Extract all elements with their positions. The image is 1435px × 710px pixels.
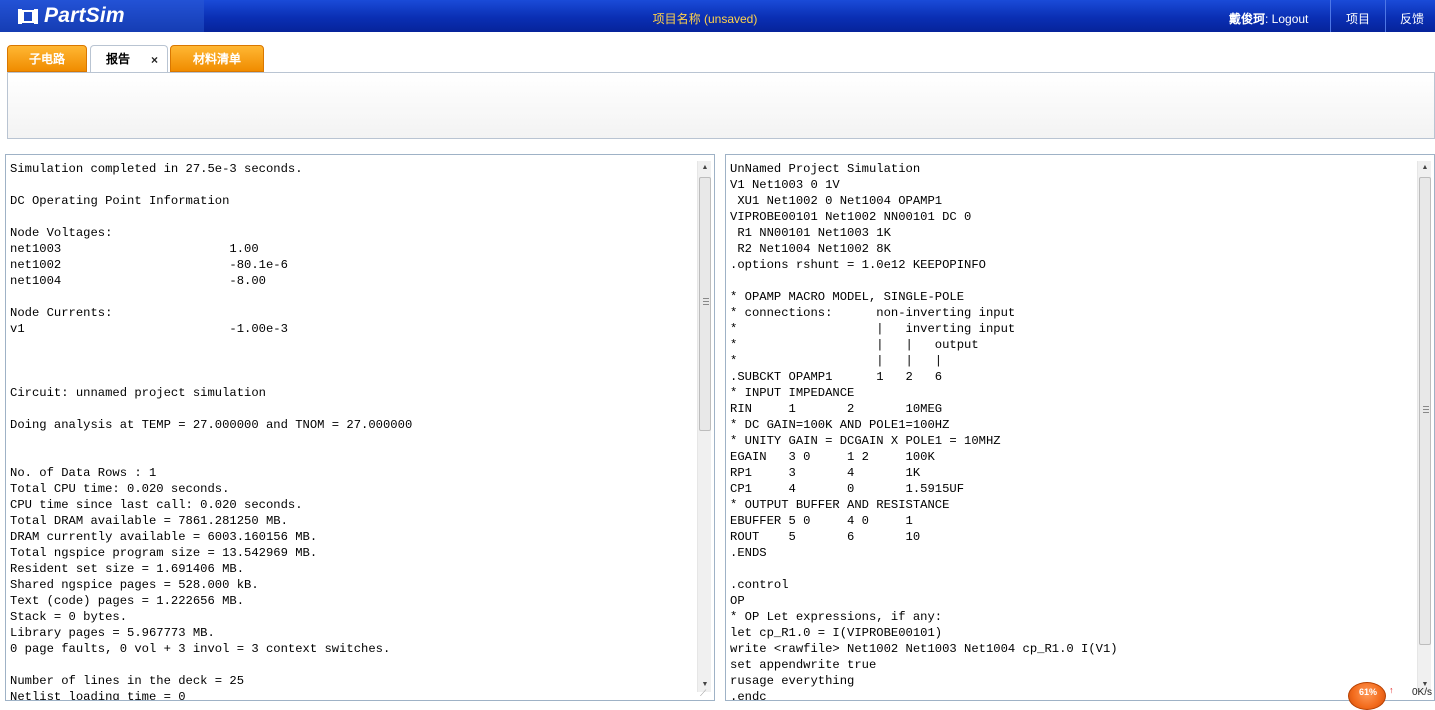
project-title[interactable]: 项目名称 (unsaved)	[0, 10, 1410, 27]
tab-content-panel	[7, 72, 1435, 139]
user-name: 戴俊珂	[1229, 12, 1266, 26]
tab-report[interactable]: 报告 ×	[90, 45, 168, 73]
user-logout-link[interactable]: 戴俊珂: Logout	[1229, 10, 1308, 27]
grip-icon	[703, 298, 709, 305]
speed-percent: 61%	[1358, 687, 1377, 697]
scroll-up-icon[interactable]: ▲	[1418, 161, 1432, 175]
network-speed-widget[interactable]: 61% ↑ 0K/s	[1346, 680, 1435, 710]
netlist-pane[interactable]: UnNamed Project Simulation V1 Net1003 0 …	[725, 154, 1435, 701]
simulation-output-pane[interactable]: Simulation completed in 27.5e-3 seconds.…	[5, 154, 715, 701]
simulation-output-text: Simulation completed in 27.5e-3 seconds.…	[10, 162, 413, 701]
scroll-up-icon[interactable]: ▲	[698, 161, 712, 175]
nav-feedback[interactable]: 反馈	[1400, 10, 1424, 27]
tab-bill-of-materials[interactable]: 材料清单	[170, 45, 264, 72]
upload-arrow-icon: ↑	[1389, 685, 1394, 695]
speed-rate: 0K/s	[1412, 687, 1433, 698]
vertical-scrollbar[interactable]: ▲ ▼	[697, 161, 711, 692]
nav-separator	[1330, 0, 1331, 32]
grip-icon	[1423, 406, 1429, 413]
tab-label: 子电路	[28, 52, 65, 66]
top-bar: PartSim 项目名称 (unsaved) 戴俊珂: Logout 项目 反馈	[0, 0, 1435, 32]
scrollbar-thumb[interactable]	[699, 177, 711, 431]
scrollbar-thumb[interactable]	[1419, 177, 1431, 645]
nav-separator	[1385, 0, 1386, 32]
speed-gauge: 61%	[1348, 682, 1386, 710]
resize-grip-icon[interactable]: ⟋	[700, 688, 710, 698]
vertical-scrollbar[interactable]: ▲ ▼	[1417, 161, 1431, 692]
tab-label: 材料清单	[192, 52, 241, 66]
logout-link[interactable]: : Logout	[1265, 12, 1308, 26]
divider	[0, 139, 1435, 155]
close-tab-icon[interactable]: ×	[151, 47, 158, 74]
nav-projects[interactable]: 项目	[1346, 10, 1370, 27]
tab-label: 报告	[105, 52, 130, 66]
netlist-text: UnNamed Project Simulation V1 Net1003 0 …	[730, 162, 1118, 701]
tab-bar: 子电路 报告 × 材料清单	[0, 32, 1435, 73]
tab-subcircuit[interactable]: 子电路	[7, 45, 87, 72]
